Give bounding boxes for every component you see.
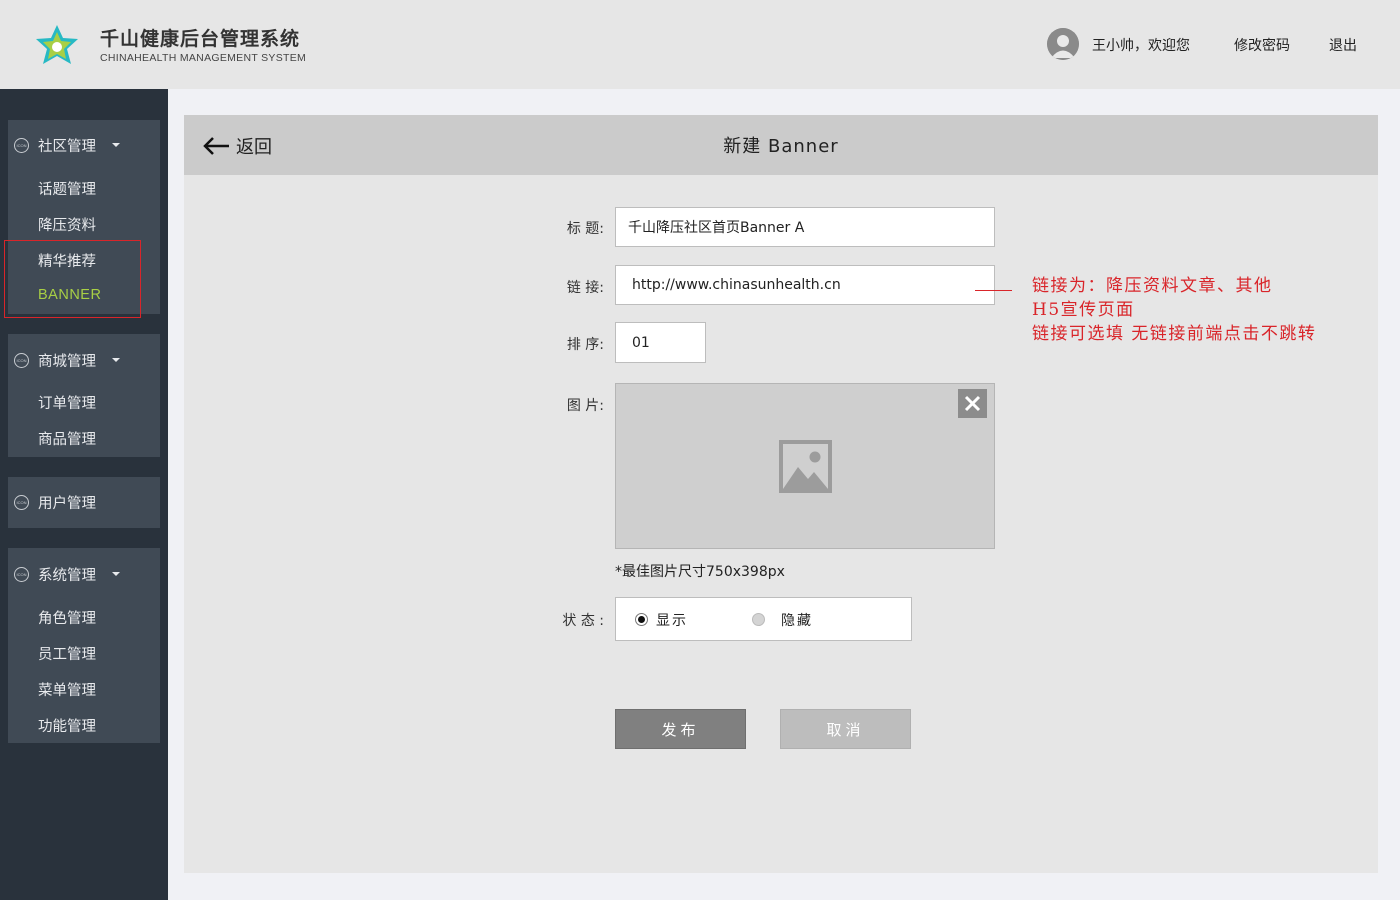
avatar[interactable] (1047, 28, 1079, 60)
sidebar: ICON 社区管理 话题管理 降压资料 精华推荐 BANNER ICON 商城管… (0, 89, 168, 900)
nav-group-header-users[interactable]: ICON 用户管理 (8, 484, 160, 520)
welcome-text: 王小帅，欢迎您 (1092, 38, 1190, 54)
sidebar-item-roles[interactable]: 角色管理 (38, 607, 96, 628)
users-icon: ICON (14, 495, 29, 510)
community-icon: ICON (14, 138, 29, 153)
panel-header: 返回 新建 Banner (184, 115, 1378, 175)
change-password-link[interactable]: 修改密码 (1234, 35, 1290, 55)
nav-group-system: ICON 系统管理 角色管理 员工管理 菜单管理 功能管理 (8, 548, 160, 743)
chevron-down-icon (112, 143, 120, 147)
chevron-down-icon (112, 572, 120, 576)
sidebar-item-functions[interactable]: 功能管理 (38, 715, 96, 736)
remove-image-button[interactable] (958, 389, 987, 418)
nav-group-shop: ICON 商城管理 订单管理 商品管理 (8, 334, 160, 457)
page-title: 新建 Banner (723, 136, 839, 157)
status-show-label[interactable]: 显示 (656, 610, 688, 630)
status-label: 状 态 : (562, 613, 604, 629)
sidebar-item-featured[interactable]: 精华推荐 (38, 250, 96, 271)
nav-group-header-shop[interactable]: ICON 商城管理 (8, 342, 160, 378)
system-icon: ICON (14, 567, 29, 582)
sidebar-item-bp-materials[interactable]: 降压资料 (38, 214, 96, 235)
image-placeholder-icon (779, 440, 832, 493)
nav-group-header-system[interactable]: ICON 系统管理 (8, 556, 160, 592)
sidebar-item-products[interactable]: 商品管理 (38, 428, 96, 449)
cancel-button[interactable]: 取消 (780, 709, 911, 749)
annotation-line: 链接为：降压资料文章、其他 (1032, 276, 1273, 296)
sidebar-item-orders[interactable]: 订单管理 (38, 392, 96, 413)
status-show-radio[interactable] (635, 613, 648, 626)
link-input[interactable]: http://www.chinasunhealth.cn (615, 265, 995, 305)
nav-group-label: 社区管理 (38, 139, 96, 155)
main-panel: 返回 新建 Banner 标 题: 千山降压社区首页Banner A 链 接: … (184, 115, 1378, 873)
user-icon (1047, 28, 1079, 60)
nav-group-users: ICON 用户管理 (8, 477, 160, 528)
status-hide-label[interactable]: 隐藏 (781, 610, 813, 630)
image-label: 图 片: (566, 398, 604, 414)
nav-group-header-community[interactable]: ICON 社区管理 (8, 127, 160, 163)
shop-icon: ICON (14, 353, 29, 368)
link-label: 链 接: (566, 280, 604, 296)
nav-group-label: 用户管理 (38, 496, 96, 512)
nav-group-community: ICON 社区管理 话题管理 降压资料 精华推荐 BANNER (8, 120, 160, 314)
publish-button[interactable]: 发布 (615, 709, 746, 749)
close-icon (964, 395, 981, 412)
title-label: 标 题: (566, 221, 604, 237)
annotation-connector (975, 290, 1012, 291)
chevron-down-icon (112, 358, 120, 362)
title-input[interactable]: 千山降压社区首页Banner A (615, 207, 995, 247)
image-upload-area[interactable] (615, 383, 995, 549)
logo-icon (36, 25, 78, 64)
image-size-hint: *最佳图片尺寸750x398px (615, 564, 785, 580)
header: 千山健康后台管理系统 CHINAHEALTH MANAGEMENT SYSTEM… (0, 0, 1400, 89)
brand-title: 千山健康后台管理系统 (100, 28, 301, 50)
sidebar-item-staff[interactable]: 员工管理 (38, 643, 96, 664)
logout-link[interactable]: 退出 (1329, 35, 1357, 55)
sidebar-item-banner[interactable]: BANNER (38, 287, 101, 303)
annotation-line: H5宣传页面 (1032, 300, 1135, 320)
annotation-line: 链接可选填 无链接前端点击不跳转 (1032, 324, 1317, 344)
brand-subtitle: CHINAHEALTH MANAGEMENT SYSTEM (100, 52, 307, 64)
nav-group-label: 系统管理 (38, 568, 96, 584)
sidebar-item-menus[interactable]: 菜单管理 (38, 679, 96, 700)
order-input[interactable]: 01 (615, 322, 706, 363)
sidebar-item-topics[interactable]: 话题管理 (38, 178, 96, 199)
order-label: 排 序: (566, 337, 604, 353)
status-hide-radio[interactable] (752, 613, 765, 626)
nav-group-label: 商城管理 (38, 354, 96, 370)
status-radio-group: 显示 隐藏 (615, 597, 912, 641)
